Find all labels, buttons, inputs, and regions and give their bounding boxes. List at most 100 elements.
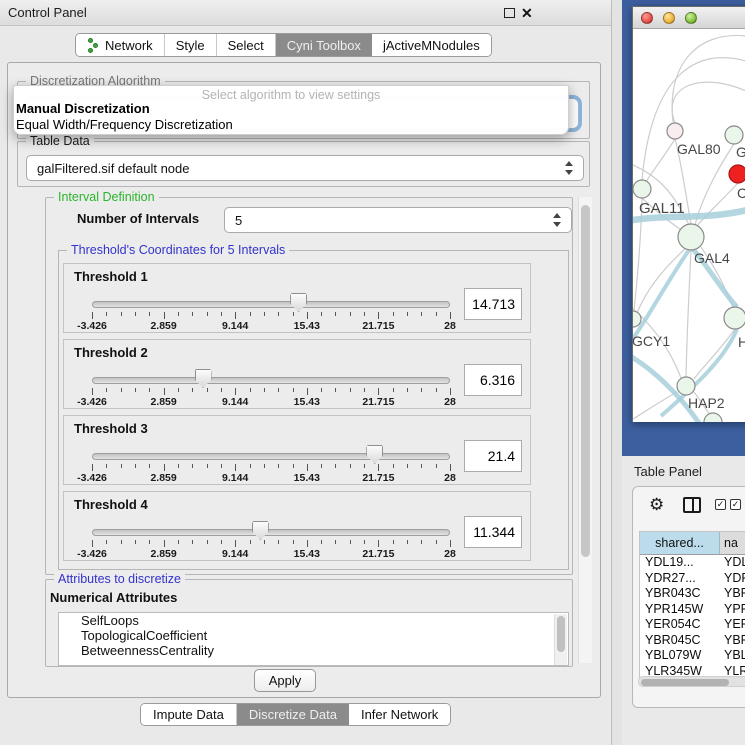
combo-stepper-icon[interactable] [553, 213, 562, 227]
threshold-value-field[interactable]: 6.316 [464, 364, 522, 396]
scrollbar-thumb[interactable] [641, 679, 729, 686]
slider-track[interactable] [92, 453, 450, 460]
column-header-shared-name[interactable]: shared... [640, 532, 720, 554]
checkbox-icon[interactable]: ✓ [730, 499, 741, 510]
tick-label: -3.426 [77, 396, 107, 408]
table-data-group: Table Data galFiltered.sif default node [17, 141, 590, 187]
tick-label: 15.43 [294, 472, 320, 484]
table-row[interactable]: YPR145WYPR1 [640, 602, 745, 618]
attribute-list-item[interactable]: SelfLoops [59, 613, 568, 628]
cyni-toolbox-panel: Discretization Algorithm Select algorith… [7, 62, 601, 698]
float-icon[interactable] [504, 8, 515, 18]
traffic-light-zoom-icon[interactable] [685, 12, 697, 24]
table-data-combobox[interactable]: galFiltered.sif default node [26, 155, 584, 181]
slider-thumb[interactable] [366, 445, 383, 464]
threshold-value-field[interactable]: 21.4 [464, 440, 522, 472]
tab-jactivemnodules[interactable]: jActiveMNodules [372, 34, 491, 56]
table-row[interactable]: YBR045CYBR0 [640, 633, 745, 649]
network-node[interactable] [633, 180, 651, 198]
cell-name: YDR2 [720, 571, 745, 587]
tick-label: 9.144 [222, 396, 248, 408]
network-node[interactable] [725, 126, 743, 144]
attribute-list-item[interactable]: BetweennessCentrality [59, 643, 568, 658]
network-view-window[interactable]: GAL80GCGAL11GAL4GCY1HHAP2 [632, 6, 745, 422]
apply-button[interactable]: Apply [254, 669, 316, 692]
traffic-light-close-icon[interactable] [641, 12, 653, 24]
toolbox-tab-bar: Network Style Select Cyni Toolbox jActiv… [75, 33, 492, 57]
cell-shared-name: YBR043C [640, 586, 720, 602]
scrollbar-thumb[interactable] [557, 616, 565, 652]
group-title: Table Data [26, 134, 94, 148]
slider-thumb[interactable] [290, 293, 307, 312]
split-view-icon[interactable] [683, 497, 701, 513]
network-edge[interactable] [672, 35, 745, 122]
network-node[interactable] [729, 165, 745, 183]
slider-tick-labels: -3.4262.8599.14415.4321.71528 [92, 396, 450, 408]
table-row[interactable]: YDL19...YDL1 [640, 555, 745, 571]
table-row[interactable]: YBL079WYBL0 [640, 648, 745, 664]
scrollbar-thumb[interactable] [581, 205, 590, 557]
cell-name: YDL1 [720, 555, 745, 571]
slider-track[interactable] [92, 529, 450, 536]
tab-discretize-data[interactable]: Discretize Data [237, 704, 349, 725]
gear-icon[interactable]: ⚙ [649, 495, 664, 515]
table-row[interactable]: YER054CYER0 [640, 617, 745, 633]
table-row[interactable]: YBR043CYBR0 [640, 586, 745, 602]
tab-select[interactable]: Select [217, 34, 276, 56]
slider-thumb[interactable] [195, 369, 212, 388]
tab-cyni-toolbox[interactable]: Cyni Toolbox [276, 34, 372, 56]
network-edge[interactable] [694, 329, 735, 379]
network-edge[interactable] [646, 139, 675, 182]
checkbox-icon[interactable]: ✓ [715, 499, 726, 510]
network-node[interactable] [724, 307, 745, 329]
table-row[interactable]: YDR27...YDR2 [640, 571, 745, 587]
threshold-label: Threshold 4 [74, 497, 148, 512]
tab-impute-data[interactable]: Impute Data [141, 704, 237, 725]
network-edge[interactable] [672, 82, 745, 123]
network-node-label: G [736, 144, 745, 160]
network-node[interactable] [678, 224, 704, 250]
network-edge[interactable] [637, 249, 685, 313]
slider-track[interactable] [92, 377, 450, 384]
panel-splitter[interactable] [611, 0, 622, 745]
network-node[interactable] [677, 377, 695, 395]
network-node[interactable] [704, 413, 722, 422]
network-window-titlebar[interactable] [633, 7, 745, 29]
dropdown-item-equal-width[interactable]: Equal Width/Frequency Discretization [14, 117, 568, 133]
network-tab-icon [87, 38, 100, 53]
tab-style[interactable]: Style [165, 34, 217, 56]
tick-label: 15.43 [294, 548, 320, 560]
column-header-name[interactable]: na [720, 532, 745, 554]
attributes-group: Attributes to discretize Numerical Attri… [45, 579, 573, 667]
tick-label: 21.715 [362, 548, 394, 560]
threshold-value-field[interactable]: 11.344 [464, 516, 522, 548]
network-canvas[interactable]: GAL80GCGAL11GAL4GCY1HHAP2 [633, 29, 745, 422]
slider-thumb[interactable] [252, 521, 269, 540]
table-horizontal-scrollbar[interactable] [638, 676, 745, 687]
threshold-panel: Threshold 2-3.4262.8599.14415.4321.71528… [63, 339, 531, 409]
list-vertical-scrollbar[interactable] [554, 614, 567, 666]
attribute-list-item[interactable]: TopologicalCoefficient [59, 628, 568, 643]
threshold-label: Threshold 1 [74, 269, 148, 284]
slider-tick-labels: -3.4262.8599.14415.4321.71528 [92, 548, 450, 560]
tab-infer-network[interactable]: Infer Network [349, 704, 450, 725]
network-node[interactable] [667, 123, 683, 139]
slider-track[interactable] [92, 301, 450, 308]
num-intervals-combobox[interactable]: 5 [224, 207, 572, 233]
network-node-label: GAL11 [639, 200, 685, 217]
threshold-value-field[interactable]: 14.713 [464, 288, 522, 320]
dropdown-item-manual[interactable]: Manual Discretization [14, 101, 568, 117]
combo-stepper-icon[interactable] [565, 161, 574, 175]
network-edge[interactable] [686, 250, 691, 377]
settings-vertical-scrollbar[interactable] [578, 197, 592, 663]
table-rows: YDL19...YDL1YDR27...YDR2YBR043CYBR0YPR14… [640, 555, 745, 683]
tick-label: 2.859 [150, 472, 176, 484]
traffic-light-minimize-icon[interactable] [663, 12, 675, 24]
close-icon[interactable]: ✕ [521, 4, 533, 22]
network-edge[interactable] [642, 58, 745, 180]
network-edge[interactable] [696, 183, 738, 227]
table-panel-body: ⚙ ✓ ✓ shared... na YDL19...YDL1YDR27...Y… [632, 486, 745, 708]
numerical-attributes-list[interactable]: SelfLoopsTopologicalCoefficientBetweenne… [58, 612, 569, 666]
tab-network[interactable]: Network [76, 34, 165, 56]
group-title: Interval Definition [54, 190, 159, 204]
